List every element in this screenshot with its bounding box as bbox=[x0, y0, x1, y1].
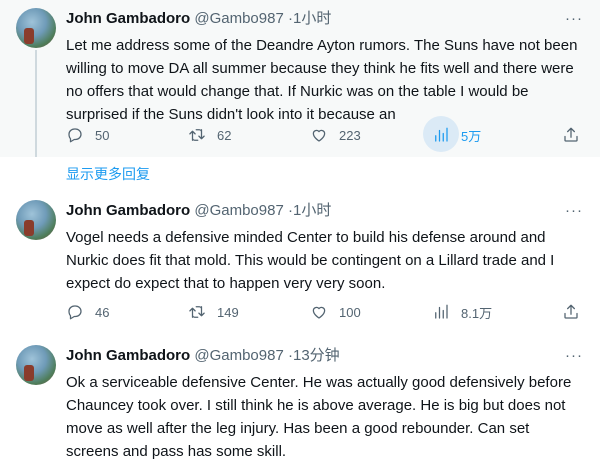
author-name[interactable]: John Gambadoro bbox=[66, 10, 190, 27]
retweet-icon bbox=[189, 306, 205, 318]
tweet-text: Vogel needs a defensive minded Center to… bbox=[66, 229, 555, 292]
views-count: 5万 bbox=[461, 128, 482, 144]
retweet-icon bbox=[189, 129, 205, 141]
views-button[interactable]: 8.1万 bbox=[432, 301, 492, 323]
like-icon bbox=[312, 306, 326, 319]
author-handle[interactable]: @Gambo987 bbox=[194, 202, 283, 219]
like-icon bbox=[312, 129, 326, 142]
more-icon[interactable]: ··· bbox=[564, 8, 584, 28]
timestamp[interactable]: 1小时 bbox=[293, 10, 331, 27]
tweet-header: John Gambadoro @Gambo987 ·1小时 bbox=[66, 202, 331, 220]
share-icon bbox=[564, 127, 578, 142]
tweet-1[interactable]: John Gambadoro @Gambo987 ·1小时 ··· Let me… bbox=[0, 0, 600, 157]
reply-count: 46 bbox=[95, 304, 110, 320]
share-button[interactable] bbox=[562, 301, 580, 323]
tweet-text: Ok a serviceable defensive Center. He wa… bbox=[66, 374, 572, 459]
tweet-2[interactable]: John Gambadoro @Gambo987 ·1小时 ··· Vogel … bbox=[0, 192, 600, 337]
avatar[interactable] bbox=[16, 200, 56, 240]
like-button[interactable]: 223 bbox=[310, 124, 361, 146]
reply-icon bbox=[68, 305, 82, 320]
action-bar: 50 62 223 5万 bbox=[66, 116, 586, 152]
tweet-3[interactable]: John Gambadoro @Gambo987 ·13分钟 ··· Ok a … bbox=[0, 337, 600, 459]
views-icon bbox=[435, 304, 448, 319]
author-handle[interactable]: @Gambo987 bbox=[194, 10, 283, 27]
avatar[interactable] bbox=[16, 345, 56, 385]
author-name[interactable]: John Gambadoro bbox=[66, 347, 190, 364]
show-more-replies-link[interactable]: 显示更多回复 bbox=[66, 164, 150, 184]
share-icon bbox=[564, 304, 578, 319]
views-count: 8.1万 bbox=[461, 305, 493, 321]
author-handle[interactable]: @Gambo987 bbox=[194, 347, 283, 364]
tweet-header: John Gambadoro @Gambo987 ·13分钟 bbox=[66, 347, 340, 365]
retweet-button[interactable]: 62 bbox=[188, 124, 231, 146]
reply-button[interactable]: 50 bbox=[66, 124, 109, 146]
retweet-count: 149 bbox=[217, 304, 239, 320]
like-count: 100 bbox=[339, 304, 361, 320]
retweet-button[interactable]: 149 bbox=[188, 301, 239, 323]
share-button[interactable] bbox=[562, 124, 580, 146]
avatar[interactable] bbox=[16, 8, 56, 48]
views-button[interactable]: 5万 bbox=[423, 116, 482, 152]
action-bar: 46 149 100 8.1万 bbox=[66, 301, 586, 323]
reply-icon bbox=[68, 128, 82, 143]
thread-line bbox=[35, 50, 37, 157]
reply-count: 50 bbox=[95, 127, 110, 143]
author-name[interactable]: John Gambadoro bbox=[66, 202, 190, 219]
more-icon[interactable]: ··· bbox=[564, 345, 584, 365]
timestamp[interactable]: 13分钟 bbox=[293, 347, 340, 364]
retweet-count: 62 bbox=[217, 127, 232, 143]
views-icon bbox=[435, 127, 448, 142]
more-icon[interactable]: ··· bbox=[564, 200, 584, 220]
reply-button[interactable]: 46 bbox=[66, 301, 109, 323]
like-button[interactable]: 100 bbox=[310, 301, 361, 323]
tweet-text: Let me address some of the Deandre Ayton… bbox=[66, 37, 578, 123]
tweet-header: John Gambadoro @Gambo987 ·1小时 bbox=[66, 10, 331, 28]
like-count: 223 bbox=[339, 127, 361, 143]
timestamp[interactable]: 1小时 bbox=[293, 202, 331, 219]
